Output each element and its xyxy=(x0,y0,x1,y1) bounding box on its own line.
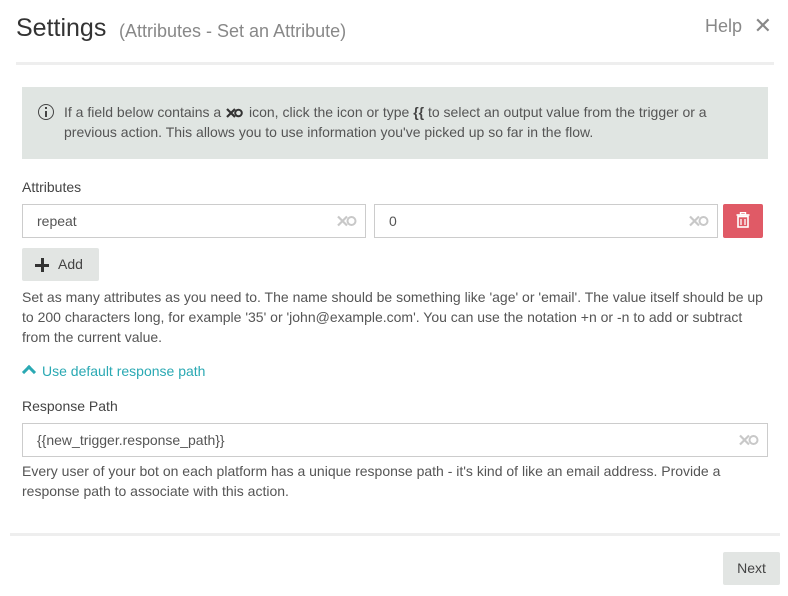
variable-picker-icon xyxy=(226,108,243,118)
trash-icon xyxy=(736,212,750,228)
use-default-response-path-toggle[interactable]: Use default response path xyxy=(21,362,206,380)
info-text-1: If a field below contains a xyxy=(64,104,222,120)
info-circle-icon xyxy=(38,104,54,120)
header-divider xyxy=(16,62,774,65)
plus-icon xyxy=(35,258,49,272)
attribute-name-value: repeat xyxy=(37,213,77,229)
dialog-header: Settings (Attributes - Set an Attribute)… xyxy=(16,0,774,64)
attribute-value-value: 0 xyxy=(389,213,397,229)
info-text-2: icon, click the icon or type xyxy=(249,104,410,120)
variable-picker-icon[interactable] xyxy=(739,434,759,446)
page-title: Settings xyxy=(16,14,107,42)
chevron-up-icon xyxy=(21,364,37,380)
delete-attribute-button[interactable] xyxy=(723,204,763,238)
attributes-label: Attributes xyxy=(22,179,82,195)
next-button[interactable]: Next xyxy=(723,552,780,585)
response-path-value: {{new_trigger.response_path}} xyxy=(37,432,225,448)
page-subtitle: (Attributes - Set an Attribute) xyxy=(119,21,347,41)
attribute-value-input[interactable]: 0 xyxy=(374,204,718,238)
response-path-input[interactable]: {{new_trigger.response_path}} xyxy=(22,423,768,457)
toggle-label: Use default response path xyxy=(42,363,206,379)
info-braces: {{ xyxy=(413,104,425,120)
add-button-label: Add xyxy=(58,256,83,272)
add-attribute-button[interactable]: Add xyxy=(22,248,99,281)
attribute-name-input[interactable]: repeat xyxy=(22,204,366,238)
variable-picker-icon[interactable] xyxy=(337,215,357,227)
variable-picker-icon[interactable] xyxy=(689,215,709,227)
response-path-help-text: Every user of your bot on each platform … xyxy=(22,463,721,499)
response-path-label: Response Path xyxy=(22,398,118,414)
info-banner: If a field below contains a icon, click … xyxy=(22,87,768,159)
help-link[interactable]: Help xyxy=(705,16,742,37)
footer-divider xyxy=(10,533,780,536)
close-icon[interactable]: ✕ xyxy=(754,14,772,38)
attributes-help-text: Set as many attributes as you need to. T… xyxy=(22,289,763,345)
